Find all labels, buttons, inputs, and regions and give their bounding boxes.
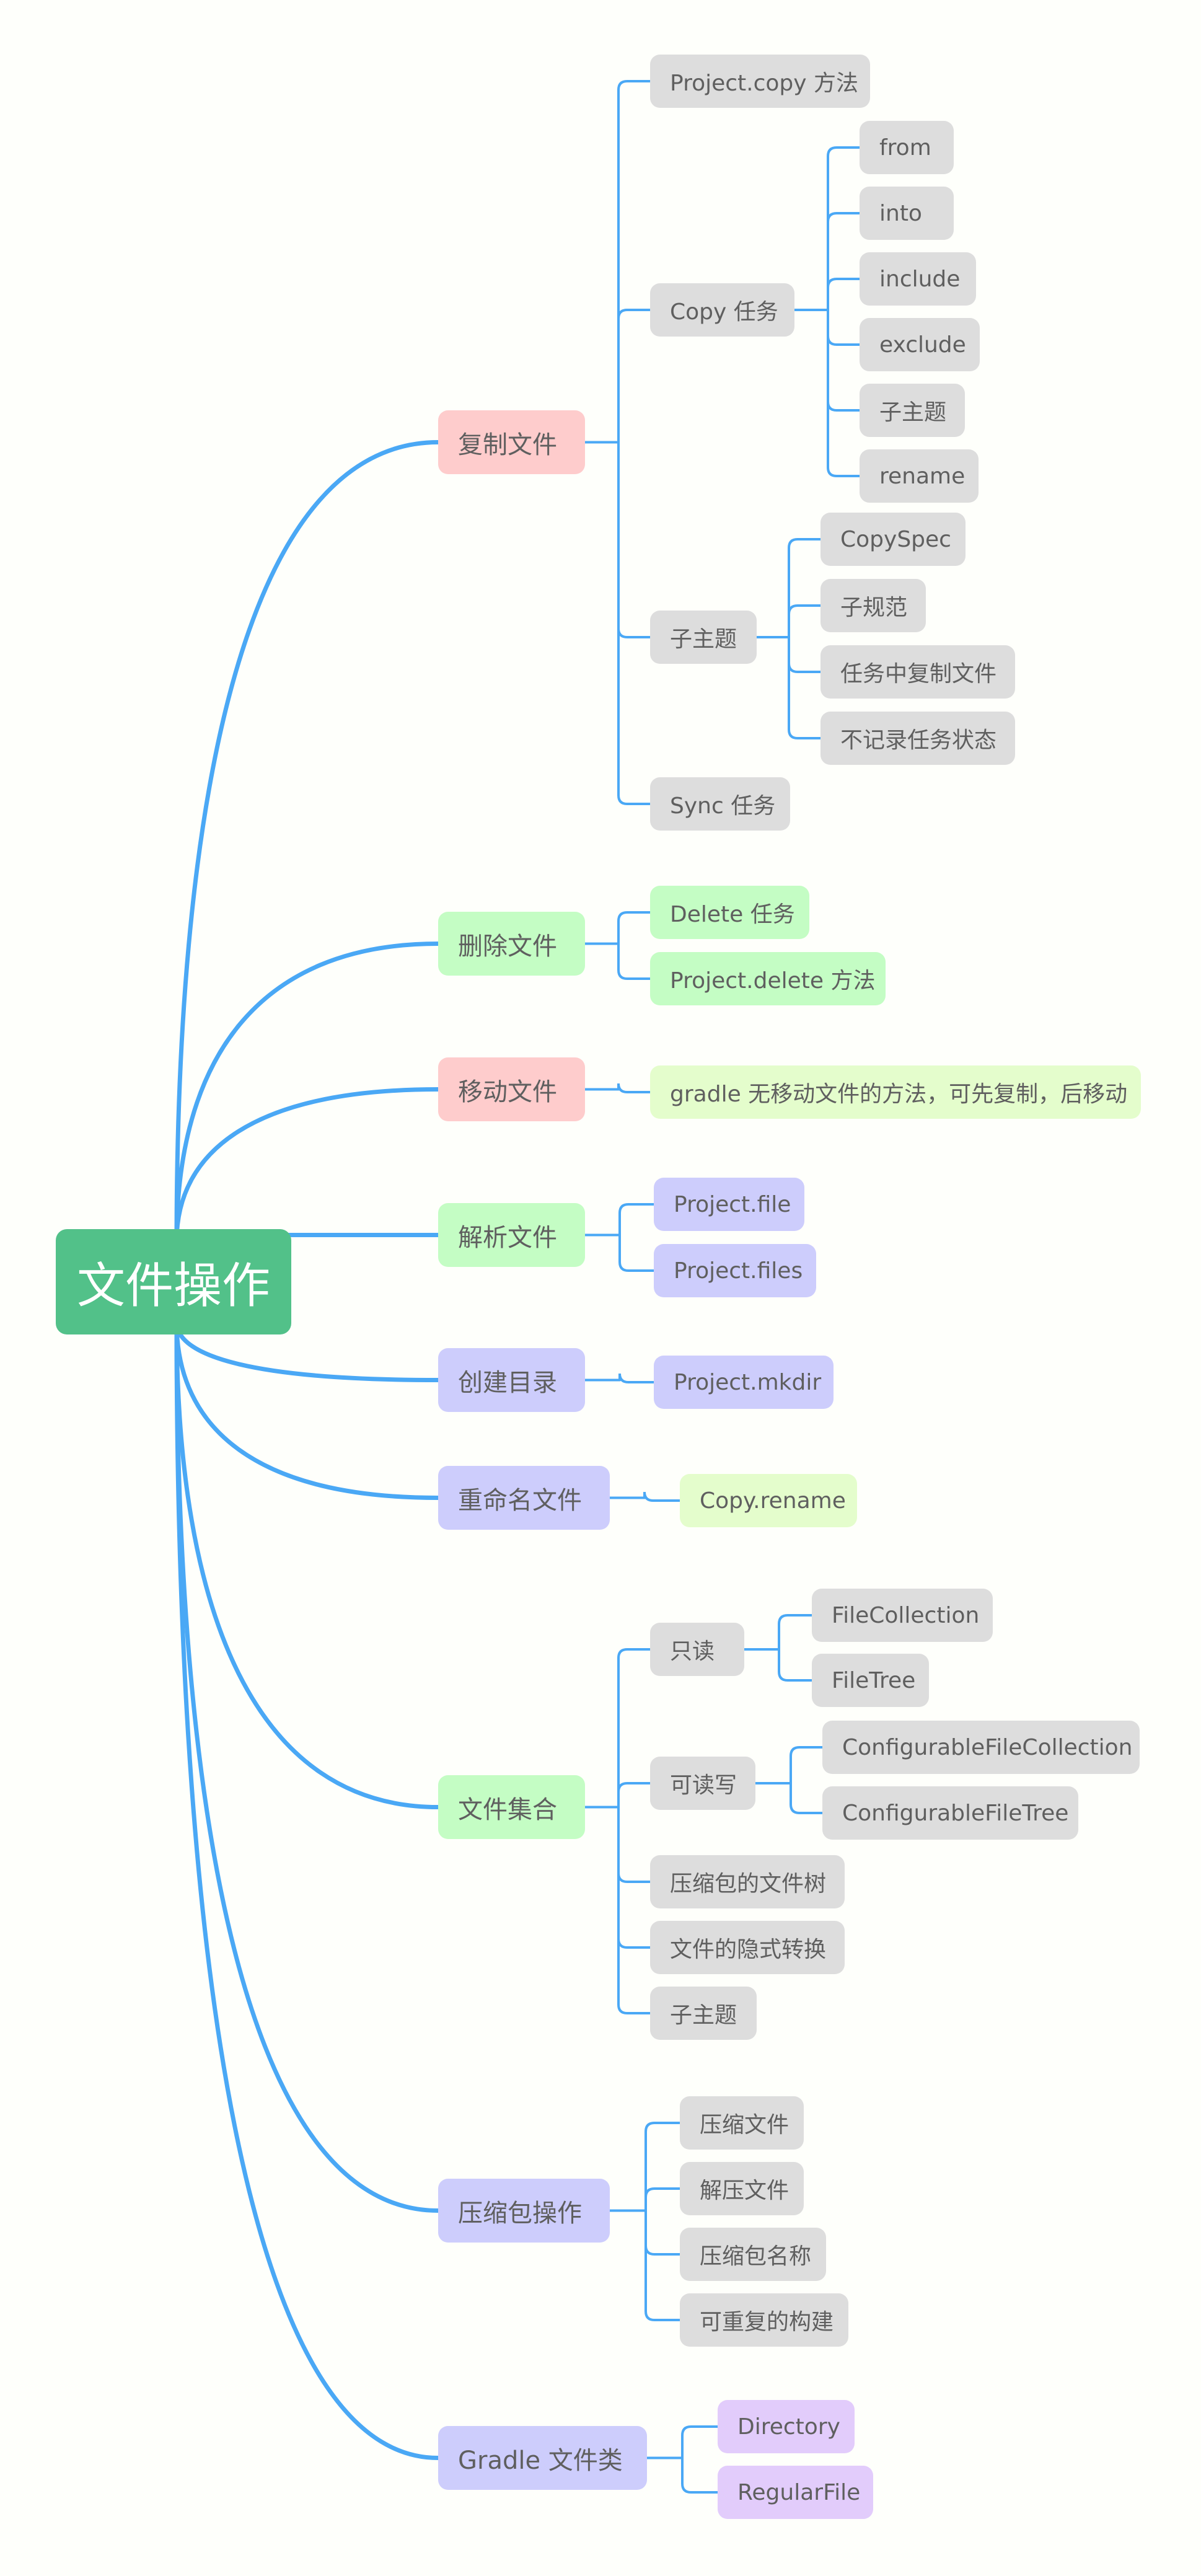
link-topic-rename-files-child-0 xyxy=(643,1491,681,1502)
topic-delete-files[interactable]: 删除文件 xyxy=(438,912,585,976)
link-topic-delete-files-child-0 xyxy=(617,911,651,945)
subtopic-copy-sub[interactable]: 子主题 xyxy=(650,611,757,664)
link-topic-delete-files-child-1 xyxy=(617,942,651,980)
link-topic-copy-files-child-1 xyxy=(617,309,651,444)
subtopic-copy-rename[interactable]: Copy.rename xyxy=(680,1474,857,1527)
root-link-topic-rename-files xyxy=(174,1320,441,1500)
leaf-into[interactable]: into xyxy=(860,187,954,240)
leaf-from[interactable]: from xyxy=(860,121,954,174)
link-subtopic-readonly-child-1 xyxy=(778,1648,813,1682)
topic-create-directory[interactable]: 创建目录 xyxy=(438,1348,585,1412)
subtopic-move-note[interactable]: gradle 无移动文件的方法，可先复制，后移动 xyxy=(650,1065,1141,1119)
link-topic-create-directory-child-0 xyxy=(618,1373,655,1383)
subtopic-extract-files[interactable]: 解压文件 xyxy=(680,2162,804,2215)
subtopic-project-file[interactable]: Project.file xyxy=(654,1178,804,1231)
subtopic-readwrite[interactable]: 可读写 xyxy=(650,1757,755,1810)
link-topic-file-collections-child-2 xyxy=(617,1806,651,1883)
root-link-topic-copy-files xyxy=(174,440,441,1244)
subtopic-archive-filetree[interactable]: 压缩包的文件树 xyxy=(650,1855,845,1908)
root-link-topic-delete-files xyxy=(174,942,441,1244)
subtopic-sub[interactable]: 子主题 xyxy=(650,1987,757,2040)
leaf-subtopic[interactable]: 子主题 xyxy=(860,384,965,437)
link-subtopic-copy-sub-child-3 xyxy=(788,636,822,739)
topic-copy-files[interactable]: 复制文件 xyxy=(438,410,585,474)
link-topic-file-collections-child-1 xyxy=(617,1782,651,1809)
subtopic-sync-task[interactable]: Sync 任务 xyxy=(650,777,790,831)
link-subtopic-readwrite-child-0 xyxy=(790,1746,824,1784)
link-subtopic-copy-task-child-4 xyxy=(827,309,861,412)
topic-gradle-file-types[interactable]: Gradle 文件类 xyxy=(438,2426,647,2490)
link-topic-archive-operations-child-0 xyxy=(644,2122,681,2212)
link-topic-move-files-child-0 xyxy=(617,1083,651,1093)
subtopic-directory[interactable]: Directory xyxy=(718,2400,855,2453)
subtopic-copy-task[interactable]: Copy 任务 xyxy=(650,283,794,337)
link-topic-copy-files-child-2 xyxy=(617,441,651,638)
leaf-copy-in-task[interactable]: 任务中复制文件 xyxy=(820,645,1015,699)
link-subtopic-readonly-child-0 xyxy=(778,1614,813,1651)
subtopic-readonly[interactable]: 只读 xyxy=(650,1623,744,1676)
root-link-topic-archive-operations xyxy=(174,1320,441,2213)
leaf-exclude[interactable]: exclude xyxy=(860,318,980,371)
subtopic-implicit-conversion[interactable]: 文件的隐式转换 xyxy=(650,1921,845,1974)
link-topic-archive-operations-child-3 xyxy=(644,2209,681,2321)
link-topic-archive-operations-child-2 xyxy=(644,2209,681,2256)
link-topic-gradle-file-types-child-0 xyxy=(681,2425,719,2459)
leaf-configurable-filecollection[interactable]: ConfigurableFileCollection xyxy=(822,1721,1140,1774)
root-link-topic-move-files xyxy=(174,1087,441,1244)
link-subtopic-copy-sub-child-2 xyxy=(788,636,822,673)
leaf-filecollection[interactable]: FileCollection xyxy=(812,1589,993,1642)
link-topic-resolve-files-child-1 xyxy=(618,1233,655,1272)
link-subtopic-copy-sub-child-1 xyxy=(788,604,822,638)
link-topic-file-collections-child-4 xyxy=(617,1806,651,2014)
leaf-rename[interactable]: rename xyxy=(860,449,979,503)
link-subtopic-copy-task-child-1 xyxy=(827,212,861,311)
subtopic-delete-task[interactable]: Delete 任务 xyxy=(650,886,809,939)
leaf-filetree[interactable]: FileTree xyxy=(812,1654,929,1707)
link-topic-resolve-files-child-0 xyxy=(618,1203,655,1237)
subtopic-reproducible-builds[interactable]: 可重复的构建 xyxy=(680,2293,848,2347)
link-subtopic-copy-task-child-3 xyxy=(827,309,861,346)
subtopic-project-delete[interactable]: Project.delete 方法 xyxy=(650,952,886,1005)
subtopic-regularfile[interactable]: RegularFile xyxy=(718,2466,873,2519)
link-subtopic-copy-task-child-2 xyxy=(827,278,861,311)
leaf-untracked-state[interactable]: 不记录任务状态 xyxy=(820,712,1015,765)
link-subtopic-copy-sub-child-0 xyxy=(788,538,822,638)
root-link-topic-gradle-file-types xyxy=(174,1320,441,2460)
link-subtopic-copy-task-child-0 xyxy=(827,146,861,311)
topic-file-collections[interactable]: 文件集合 xyxy=(438,1775,585,1839)
topic-move-files[interactable]: 移动文件 xyxy=(438,1057,585,1121)
link-topic-gradle-file-types-child-1 xyxy=(681,2456,719,2494)
link-subtopic-copy-task-child-5 xyxy=(827,309,861,477)
subtopic-compress-files[interactable]: 压缩文件 xyxy=(680,2096,804,2150)
leaf-include[interactable]: include xyxy=(860,252,976,306)
subtopic-project-copy[interactable]: Project.copy 方法 xyxy=(650,55,870,108)
link-topic-file-collections-child-3 xyxy=(617,1806,651,1949)
link-topic-archive-operations-child-1 xyxy=(644,2187,681,2212)
subtopic-archive-name[interactable]: 压缩包名称 xyxy=(680,2228,826,2281)
subtopic-project-files[interactable]: Project.files xyxy=(654,1244,816,1297)
link-topic-copy-files-child-0 xyxy=(617,80,651,444)
root-link-topic-file-collections xyxy=(174,1320,441,1809)
subtopic-project-mkdir[interactable]: Project.mkdir xyxy=(654,1356,834,1409)
leaf-copyspec[interactable]: CopySpec xyxy=(820,513,966,566)
topic-rename-files[interactable]: 重命名文件 xyxy=(438,1466,610,1530)
root-topic[interactable]: 文件操作 xyxy=(56,1229,291,1334)
leaf-configurable-filetree[interactable]: ConfigurableFileTree xyxy=(822,1786,1078,1840)
link-topic-copy-files-child-3 xyxy=(617,441,651,805)
topic-archive-operations[interactable]: 压缩包操作 xyxy=(438,2179,610,2243)
leaf-child-spec[interactable]: 子规范 xyxy=(820,579,926,632)
link-subtopic-readwrite-child-1 xyxy=(790,1782,824,1814)
topic-resolve-files[interactable]: 解析文件 xyxy=(438,1203,585,1267)
